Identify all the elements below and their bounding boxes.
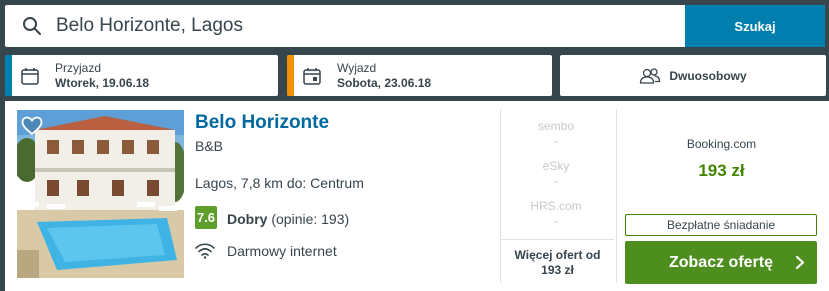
best-deal-price: 193 zł [698, 161, 745, 180]
more-offers-link[interactable]: Więcej ofert od 193 zł [501, 239, 614, 282]
checkin-accent-stripe [5, 55, 12, 96]
search-input-wrapper [5, 5, 685, 47]
search-bar: Szukaj [5, 5, 825, 47]
checkout-accent-stripe [287, 55, 294, 96]
rating-count: (opinie: 193) [271, 211, 350, 227]
checkin-label: Przyjazd [55, 61, 102, 75]
chevron-right-icon [795, 255, 805, 270]
hotel-type: B&B [195, 138, 224, 154]
heart-icon[interactable] [21, 116, 43, 136]
hotel-location[interactable]: Lagos, 7,8 km do: Centrum [195, 175, 364, 191]
divider [616, 109, 617, 283]
partner-name[interactable]: sembo [501, 119, 611, 134]
partner-price: - [554, 214, 558, 228]
calendar-icon [303, 68, 321, 85]
search-input[interactable] [56, 15, 656, 37]
checkout-value: Sobota, 23.06.18 [337, 76, 432, 90]
calendar-icon [21, 68, 39, 85]
search-button[interactable]: Szukaj [685, 5, 825, 47]
wifi-icon [195, 243, 215, 259]
hotel-name-link[interactable]: Belo Horizonte [195, 112, 329, 134]
checkout-label: Wyjazd [337, 61, 377, 75]
partner-price: - [554, 134, 558, 148]
rating-text[interactable]: Dobry (opinie: 193) [227, 211, 349, 227]
checkin-date-picker[interactable]: Przyjazd Wtorek, 19.06.18 [5, 55, 278, 96]
room-type-selector[interactable]: Dwuosobowy [560, 55, 826, 96]
checkout-date-picker[interactable]: Wyjazd Sobota, 23.06.18 [287, 55, 552, 96]
search-icon [23, 17, 41, 35]
partner-name[interactable]: HRS.com [501, 199, 611, 214]
rating-score-badge: 7.6 [195, 206, 217, 229]
more-offers-label: Więcej ofert od [514, 248, 601, 262]
best-deal-site: Booking.com [686, 137, 757, 151]
room-type-label: Dwuosobowy [669, 68, 747, 83]
free-breakfast-badge: Bezpłatne śniadanie [625, 214, 817, 236]
hotel-photo[interactable] [17, 110, 184, 278]
partner-price: - [554, 174, 558, 188]
amenity-wifi-label: Darmowy internet [227, 243, 337, 259]
rating-label: Dobry [227, 211, 268, 227]
view-deal-button-label: Zobacz ofertę [668, 253, 773, 271]
checkin-value: Wtorek, 19.06.18 [55, 76, 150, 90]
hotel-result-card: Belo Horizonte B&B Lagos, 7,8 km do: Cen… [5, 101, 829, 291]
view-deal-button[interactable]: Zobacz ofertę [625, 241, 817, 284]
more-offers-price: 193 zł [541, 263, 574, 277]
partner-offers-list: sembo - eSky - HRS.com - [501, 119, 611, 239]
people-icon [640, 67, 661, 84]
partner-name[interactable]: eSky [501, 159, 611, 174]
